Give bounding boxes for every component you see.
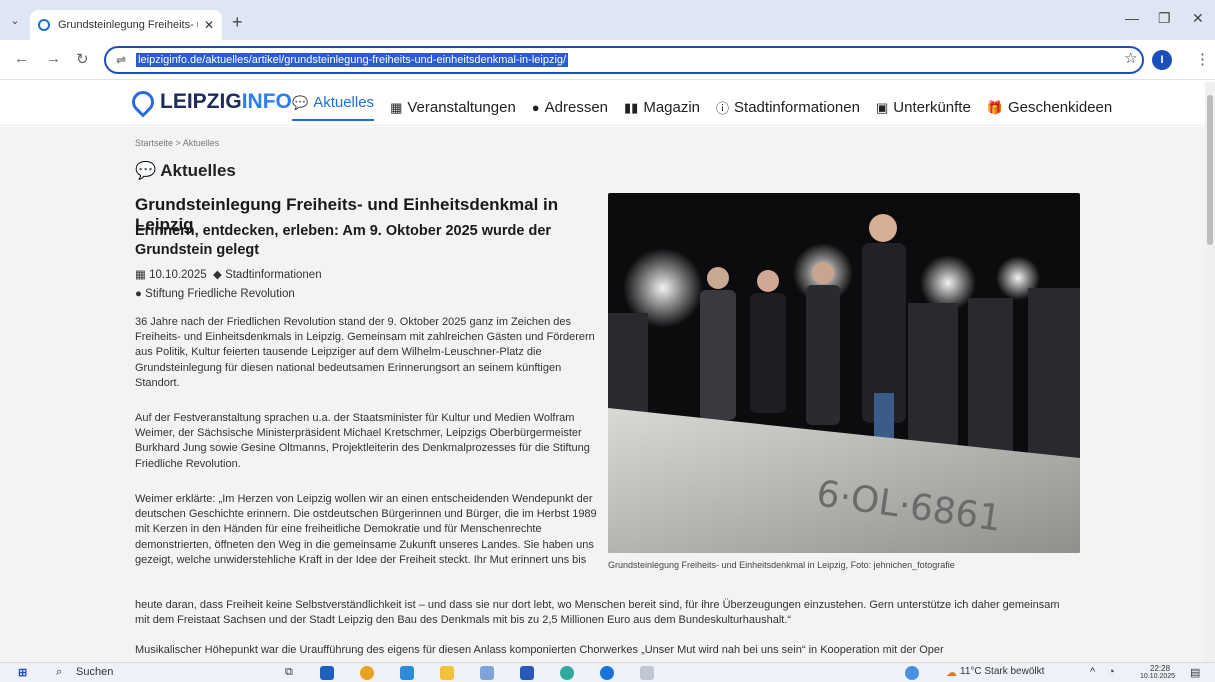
map-marker-icon: ● bbox=[531, 100, 540, 115]
article-category[interactable]: Stadtinformationen bbox=[225, 269, 322, 281]
nav-item-stadtinformationen[interactable]: ⓘ Stadtinformationen bbox=[716, 94, 860, 121]
logo-text-leipzig: LEIPZIG bbox=[160, 90, 242, 113]
site-header: LEIPZIG INFO 💬 Aktuelles ▦ Veranstaltungen … bbox=[0, 82, 1205, 126]
nav-item-geschenkideen[interactable]: 🎁 Geschenkideen bbox=[987, 94, 1112, 121]
tray-chevron-icon[interactable]: ^ bbox=[1090, 666, 1095, 678]
comments-icon: 💬 bbox=[135, 161, 161, 180]
calendar-icon: ▦ bbox=[135, 269, 150, 281]
logo-pin-icon bbox=[127, 86, 159, 118]
info-icon: ⓘ bbox=[716, 101, 730, 116]
site-favicon-icon bbox=[38, 19, 50, 31]
taskbar-app-icon[interactable] bbox=[480, 666, 494, 680]
tab-title: Grundsteinlegung Freiheits- un bbox=[58, 19, 198, 31]
article-subtitle: Erinnern, entdecken, erleben: Am 9. Okto… bbox=[135, 223, 552, 258]
taskbar-search[interactable]: Suchen bbox=[76, 666, 113, 678]
nav-item-veranstaltungen[interactable]: ▦ Veranstaltungen bbox=[390, 94, 516, 121]
calendar-icon: ▦ bbox=[390, 99, 403, 115]
file-explorer-icon[interactable] bbox=[440, 666, 454, 680]
taskbar-app-icon[interactable] bbox=[320, 666, 334, 680]
profile-avatar[interactable]: I bbox=[1152, 50, 1172, 70]
chrome-icon[interactable] bbox=[360, 666, 374, 680]
browser-toolbar: ← → ↻ ⇌ leipziginfo.de/aktuelles/artikel… bbox=[0, 40, 1215, 80]
nav-label: Geschenkideen bbox=[1008, 99, 1113, 116]
scrollbar-thumb[interactable] bbox=[1207, 95, 1213, 245]
weather-icon: ☁ bbox=[946, 667, 957, 679]
nav-item-magazin[interactable]: ▮▮ Magazin bbox=[624, 94, 700, 121]
article-paragraph-4: Musikalischer Höhepunkt war die Urauffüh… bbox=[135, 644, 944, 656]
back-icon[interactable]: ← bbox=[14, 50, 29, 67]
tag-icon: ◆ bbox=[213, 269, 226, 281]
task-view-icon[interactable]: ⧉ bbox=[285, 666, 293, 679]
browser-tab[interactable]: Grundsteinlegung Freiheits- un ✕ bbox=[30, 10, 222, 40]
article-author[interactable]: Stiftung Friedliche Revolution bbox=[145, 288, 295, 300]
forward-icon[interactable]: → bbox=[46, 50, 61, 67]
map-marker-icon: ● bbox=[135, 288, 146, 300]
windows-start-icon[interactable]: ⊞ bbox=[18, 666, 27, 679]
book-icon: ▮▮ bbox=[624, 99, 639, 115]
tray-app-icon[interactable] bbox=[905, 666, 919, 680]
nav-label: Unterkünfte bbox=[893, 99, 971, 116]
minimize-icon[interactable]: — bbox=[1125, 10, 1139, 26]
breadcrumb[interactable]: Startseite > Aktuelles bbox=[135, 138, 219, 148]
gift-icon: 🎁 bbox=[986, 99, 1003, 115]
address-url[interactable]: leipziginfo.de/aktuelles/artikel/grundst… bbox=[136, 53, 569, 67]
nav-label: Stadtinformationen bbox=[734, 99, 860, 116]
article-paragraph-3-continued: heute daran, dass Freiheit keine Selbstv… bbox=[135, 599, 1060, 627]
edge-icon[interactable] bbox=[560, 666, 574, 680]
main-navigation: 💬 Aktuelles ▦ Veranstaltungen ● Adressen ▮▮… bbox=[292, 94, 1112, 121]
taskbar-app-icon[interactable] bbox=[520, 666, 534, 680]
restore-icon[interactable]: ❐ bbox=[1158, 10, 1171, 27]
article-paragraph-1: 36 Jahre nach der Friedlichen Revolution… bbox=[135, 316, 595, 389]
comments-icon: 💬 bbox=[292, 94, 309, 110]
site-logo[interactable]: LEIPZIG INFO bbox=[127, 86, 292, 118]
section-title-text: Aktuelles bbox=[160, 161, 236, 180]
weather-text[interactable]: 11°C Stark bewölkt bbox=[960, 666, 1044, 677]
close-window-icon[interactable]: ✕ bbox=[1192, 10, 1204, 27]
site-info-icon[interactable]: ⇌ bbox=[116, 53, 126, 67]
clock-date[interactable]: 10.10.2025 bbox=[1140, 673, 1175, 680]
bed-icon: ▣ bbox=[875, 99, 889, 115]
nav-label: Veranstaltungen bbox=[407, 99, 516, 116]
taskbar-app-icon[interactable] bbox=[600, 666, 614, 680]
page-content: Startseite > Aktuelles 💬 Aktuelles Grund… bbox=[0, 127, 1205, 662]
nav-item-aktuelles[interactable]: 💬 Aktuelles bbox=[292, 94, 375, 121]
nav-label: Aktuelles bbox=[313, 94, 375, 111]
search-icon[interactable]: ⌕ bbox=[56, 666, 62, 679]
reload-icon[interactable]: ↻ bbox=[76, 50, 89, 68]
new-tab-icon[interactable]: + bbox=[232, 12, 243, 33]
windows-taskbar: ⊞ ⌕ Suchen ⧉ ☁ 11°C Stark bewölkt ^ ◔ 22… bbox=[0, 662, 1215, 682]
taskbar-app-icon[interactable] bbox=[640, 666, 654, 680]
photo-illustration: 6·OL·6861 bbox=[608, 193, 1080, 553]
photo-caption: Grundsteinlegung Freiheits- und Einheits… bbox=[608, 560, 955, 570]
clock-time[interactable]: 22:28 bbox=[1150, 664, 1170, 673]
browser-menu-icon[interactable]: ⋮ bbox=[1195, 50, 1210, 68]
nav-item-unterkuenfte[interactable]: ▣ Unterkünfte bbox=[876, 94, 971, 121]
address-bar[interactable]: ⇌ leipziginfo.de/aktuelles/artikel/grund… bbox=[104, 46, 1144, 74]
nav-item-adressen[interactable]: ● Adressen bbox=[532, 94, 608, 121]
article-paragraph-2: Auf der Festveranstaltung sprachen u.a. … bbox=[135, 412, 590, 470]
wifi-icon[interactable]: ◔ bbox=[1108, 666, 1115, 678]
article-paragraph-3: Weimer erklärte: „Im Herzen von Leipzig … bbox=[135, 493, 597, 566]
logo-text-info: INFO bbox=[241, 90, 292, 113]
section-title: 💬 Aktuelles bbox=[135, 161, 236, 181]
bookmark-star-icon[interactable]: ☆ bbox=[1124, 49, 1137, 67]
article-author-row: ● Stiftung Friedliche Revolution bbox=[135, 288, 295, 300]
taskbar-app-icon[interactable] bbox=[400, 666, 414, 680]
notification-icon[interactable]: ▤ bbox=[1190, 666, 1200, 679]
article-date: 10.10.2025 bbox=[149, 269, 207, 281]
article-photo[interactable]: 6·OL·6861 bbox=[608, 193, 1080, 553]
browser-tab-strip: ⌄ Grundsteinlegung Freiheits- un ✕ + — ❐… bbox=[0, 0, 1215, 40]
tab-search-icon[interactable]: ⌄ bbox=[6, 12, 24, 30]
nav-label: Adressen bbox=[544, 99, 609, 116]
close-tab-icon[interactable]: ✕ bbox=[204, 18, 214, 32]
nav-label: Magazin bbox=[643, 99, 701, 116]
article-meta: ▦ 10.10.2025 ◆ Stadtinformationen bbox=[135, 267, 322, 281]
